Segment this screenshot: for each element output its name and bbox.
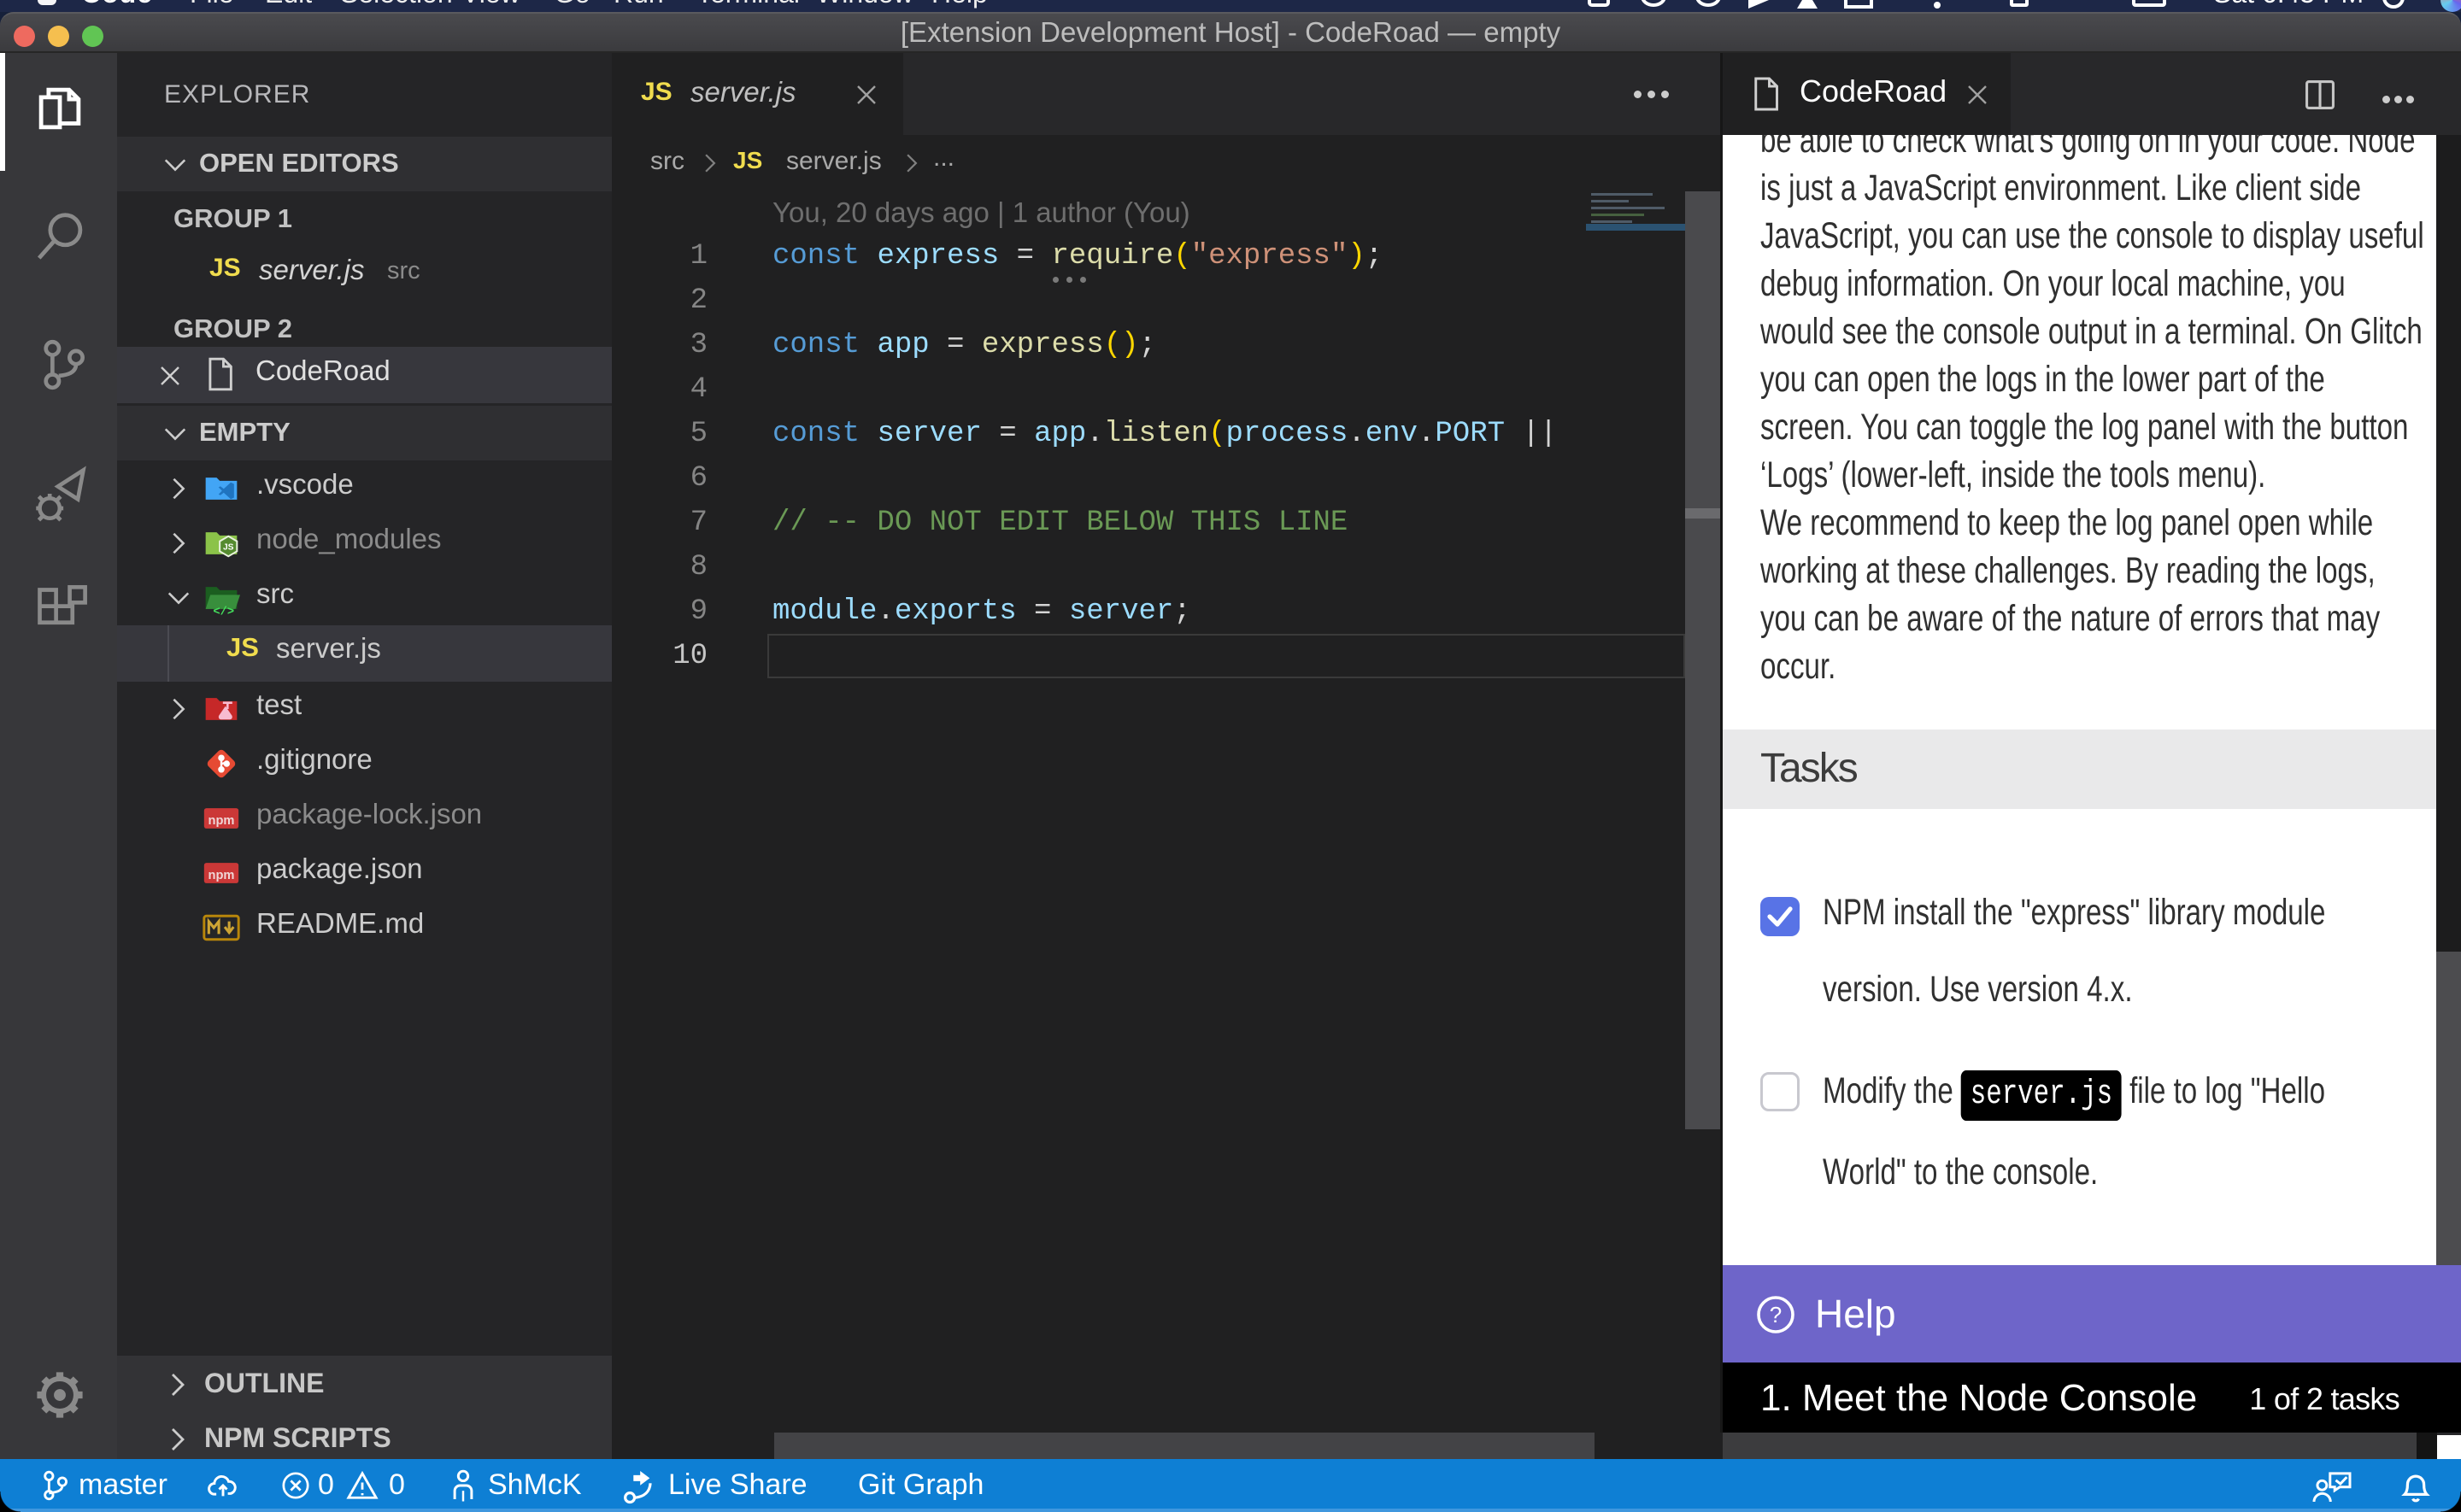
svg-text:?: ? bbox=[1770, 1302, 1782, 1327]
svg-text:npm: npm bbox=[209, 814, 235, 828]
svg-text:</>: </> bbox=[213, 605, 234, 617]
svg-text:npm: npm bbox=[209, 869, 235, 882]
svg-text:JS: JS bbox=[223, 543, 234, 553]
